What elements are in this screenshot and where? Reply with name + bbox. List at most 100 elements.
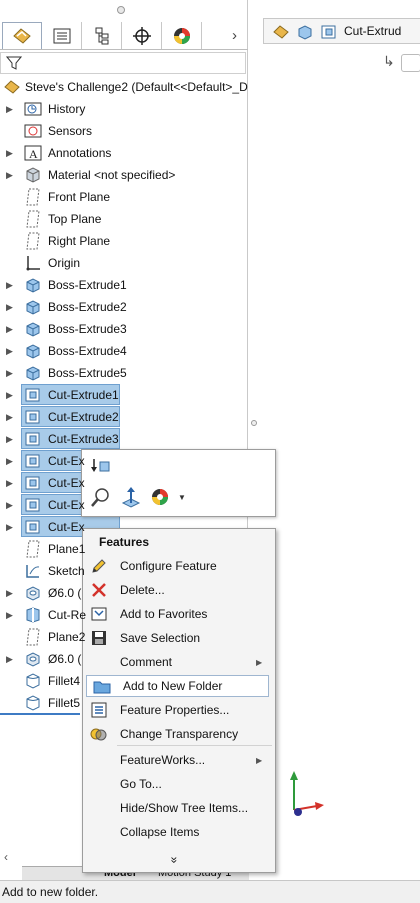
panel-tab-bar: ›	[0, 22, 248, 50]
cut-revolve-icon	[24, 606, 42, 624]
tree-item-14[interactable]: ▶ Cut-Extrude2	[0, 406, 248, 428]
menu-item-label: FeatureWorks...	[120, 753, 206, 767]
crosshair-icon	[132, 26, 151, 45]
expand-arrow-icon[interactable]: ▶	[6, 390, 14, 401]
expand-arrow-icon[interactable]: ▶	[6, 170, 14, 181]
tree-item-label: Boss-Extrude3	[48, 322, 127, 336]
configuration-manager-icon	[95, 27, 108, 44]
tree-item-20[interactable]: Plane1	[0, 538, 248, 560]
filter-box-icon[interactable]	[401, 54, 420, 72]
tree-item-label: Fillet4	[48, 674, 81, 688]
tree-item-13[interactable]: ▶ Cut-Extrude1	[0, 384, 248, 406]
selection-filter-toolbar[interactable]: ↳	[379, 52, 420, 74]
tree-item-label: Cut-Extrude1	[48, 388, 119, 402]
tree-item-label: Cut-Re	[48, 608, 87, 622]
history-icon	[24, 100, 42, 118]
cut-extrude-icon[interactable]	[320, 23, 338, 41]
tree-item-12[interactable]: ▶ Boss-Extrude5	[0, 362, 248, 384]
tree-item-3[interactable]: ▶ Material <not specified>	[0, 164, 248, 186]
tree-item-22[interactable]: ▶ Ø6.0 (	[0, 582, 248, 604]
tree-item-label: Sketch	[48, 564, 85, 578]
tree-item-9[interactable]: ▶ Boss-Extrude2	[0, 296, 248, 318]
expand-arrow-icon[interactable]: ▶	[6, 610, 14, 621]
expand-arrow-icon[interactable]: ▶	[6, 104, 14, 115]
expand-arrow-icon[interactable]: ▶	[6, 412, 14, 423]
tree-item-23[interactable]: ▶ Cut-Re	[0, 604, 248, 626]
tree-item-11[interactable]: ▶ Boss-Extrude4	[0, 340, 248, 362]
expand-arrow-icon[interactable]: ▶	[6, 654, 14, 665]
tab-scroll-right-icon[interactable]: ›	[232, 27, 237, 44]
tab-feature-manager[interactable]	[2, 22, 42, 49]
hole-icon	[24, 584, 42, 602]
cut-extrude-icon	[24, 518, 42, 536]
tab-dimxpert-manager[interactable]	[122, 22, 162, 49]
tree-item-24[interactable]: Plane2	[0, 626, 248, 648]
tree-item-10[interactable]: ▶ Boss-Extrude3	[0, 318, 248, 340]
tree-item-label: Top Plane	[48, 212, 102, 226]
tree-item-18[interactable]: ▶ Cut-Ex	[0, 494, 248, 516]
tree-item-27[interactable]: Fillet5	[0, 692, 248, 714]
expand-arrow-icon[interactable]: ▶	[6, 302, 14, 313]
tree-item-16[interactable]: ▶ Cut-Ex	[0, 450, 248, 472]
part-icon[interactable]	[272, 23, 290, 41]
menu-separator	[117, 745, 272, 746]
tree-item-6[interactable]: Right Plane	[0, 230, 248, 252]
menu-item-collapse-items[interactable]: Collapse Items	[84, 821, 274, 843]
tree-item-7[interactable]: Origin	[0, 252, 248, 274]
tree-item-1[interactable]: Sensors	[0, 120, 248, 142]
expand-arrow-icon[interactable]: ▶	[6, 346, 14, 357]
expand-arrow-icon[interactable]: ▶	[6, 588, 14, 599]
tab-configuration-manager[interactable]	[82, 22, 122, 49]
boss-extrude-icon	[24, 364, 42, 382]
expand-arrow-icon[interactable]: ▶	[6, 478, 14, 489]
expand-arrow-icon[interactable]: ▶	[6, 324, 14, 335]
tree-item-5[interactable]: Top Plane	[0, 208, 248, 230]
tree-item-2[interactable]: ▶ A Annotations	[0, 142, 248, 164]
tree-item-label: Right Plane	[48, 234, 111, 248]
filter-funnel-icon[interactable]	[6, 55, 22, 71]
expand-arrow-icon[interactable]: ▶	[6, 522, 14, 533]
menu-item-hide-show-tree-items[interactable]: Hide/Show Tree Items...	[84, 797, 274, 819]
tree-item-label: Origin	[48, 256, 81, 270]
menu-expand-icon[interactable]: »	[167, 857, 181, 864]
sash-handle[interactable]	[251, 420, 257, 426]
tree-root-part[interactable]: Steve's Challenge2 (Default<<Default>_D	[0, 76, 248, 98]
breadcrumb-feature-label[interactable]: Cut-Extrud	[344, 24, 401, 38]
expand-arrow-icon[interactable]: ▶	[6, 280, 14, 291]
tab-property-manager[interactable]	[42, 22, 82, 49]
feature-manager-icon	[13, 28, 31, 44]
menu-item-label: Go To...	[120, 777, 162, 791]
pointer-icon[interactable]: ↳	[383, 53, 395, 70]
menu-item-go-to[interactable]: Go To...	[84, 773, 274, 795]
status-text: Add to new folder.	[2, 885, 99, 899]
tree-item-21[interactable]: Sketch	[0, 560, 248, 582]
tree-item-0[interactable]: ▶ History	[0, 98, 248, 120]
expand-arrow-icon[interactable]: ▶	[6, 500, 14, 511]
expand-arrow-icon[interactable]: ▶	[6, 456, 14, 467]
expand-arrow-icon[interactable]: ▶	[6, 368, 14, 379]
panel-grip-handle[interactable]	[117, 6, 125, 14]
boss-extrude-icon	[24, 320, 42, 338]
tree-filter-bar[interactable]	[0, 52, 246, 74]
tree-item-17[interactable]: ▶ Cut-Ex	[0, 472, 248, 494]
tree-item-8[interactable]: ▶ Boss-Extrude1	[0, 274, 248, 296]
cut-extrude-icon	[24, 386, 42, 404]
tree-item-26[interactable]: Fillet4	[0, 670, 248, 692]
sensors-icon	[24, 122, 42, 140]
tab-display-manager[interactable]	[162, 22, 202, 49]
scroll-left-icon[interactable]: ‹	[4, 850, 8, 864]
menu-item-featureworks[interactable]: FeatureWorks... ▶	[84, 749, 274, 771]
expand-arrow-icon[interactable]: ▶	[6, 434, 14, 445]
tree-item-19[interactable]: ▶ Cut-Ex	[0, 516, 248, 538]
body-icon[interactable]	[296, 23, 314, 41]
breadcrumb: Cut-Extrud	[263, 18, 420, 44]
tree-root-label: Steve's Challenge2 (Default<<Default>_D	[25, 80, 248, 94]
sketch-icon	[24, 562, 42, 580]
tree-item-15[interactable]: ▶ Cut-Extrude3	[0, 428, 248, 450]
expand-arrow-icon[interactable]: ▶	[6, 148, 14, 159]
tree-item-label: Boss-Extrude1	[48, 278, 127, 292]
tree-item-25[interactable]: ▶ Ø6.0 (	[0, 648, 248, 670]
menu-item-change-transparency[interactable]: Change Transparency	[84, 723, 274, 745]
boss-extrude-icon	[24, 342, 42, 360]
tree-item-4[interactable]: Front Plane	[0, 186, 248, 208]
